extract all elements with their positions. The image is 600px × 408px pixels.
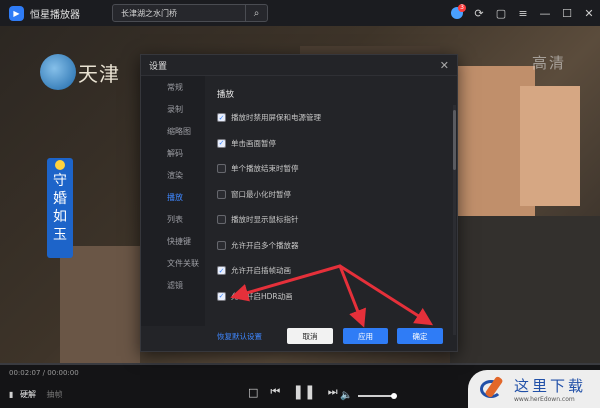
hd-mark: 高清 bbox=[531, 54, 566, 72]
checkbox[interactable] bbox=[217, 240, 226, 250]
dialog-header: 设置 ✕ bbox=[141, 55, 457, 76]
app-name: 恒星播放器 bbox=[30, 9, 80, 21]
dialog-title: 设置 bbox=[149, 61, 168, 72]
watermark-url: www.herEdown.com bbox=[514, 396, 575, 403]
next-icon[interactable]: ⏭ bbox=[328, 385, 338, 399]
pixelated-body bbox=[450, 216, 600, 363]
channel-name: 天津 bbox=[78, 62, 120, 86]
settings-dialog: 设置 ✕ 常规 录制 缩略图 解码 渲染 播放 列表 快捷键 文件关联 滤镜 播… bbox=[140, 54, 458, 352]
close-icon[interactable]: ✕ bbox=[578, 0, 600, 26]
close-icon[interactable]: ✕ bbox=[440, 59, 449, 72]
search-input[interactable]: 长津湖之水门桥 bbox=[113, 8, 245, 19]
show-title-char: 守 bbox=[53, 173, 67, 189]
checkbox[interactable]: ✓ bbox=[217, 291, 226, 301]
search-icon[interactable]: ⌕ bbox=[245, 5, 267, 21]
option-pause-on-minimize[interactable]: 窗口最小化时暂停 bbox=[217, 187, 459, 203]
scroll-thumb[interactable] bbox=[453, 110, 456, 170]
checkbox[interactable]: ✓ bbox=[217, 113, 226, 123]
option-frame-interp[interactable]: ✓ 允许开启插帧动画 bbox=[217, 263, 459, 279]
decode-icon: ▮ bbox=[9, 390, 14, 399]
maximize-icon[interactable]: ☐ bbox=[556, 0, 578, 26]
volume-control: 🔈 bbox=[340, 390, 398, 401]
site-watermark: 这里下载 www.herEdown.com bbox=[468, 370, 600, 408]
prev-icon[interactable]: ⏮ bbox=[270, 385, 280, 399]
settings-panel: 播放 ✓ 播放时禁用屏保和电源管理 ✓ 单击画面暂停 单个播放结束时暂停 窗口最小化… bbox=[205, 76, 459, 335]
option-hdr[interactable]: ✓ 允许开启HDR动画 bbox=[217, 289, 459, 305]
option-pause-on-end[interactable]: 单个播放结束时暂停 bbox=[217, 161, 459, 177]
notify-badge: 3 bbox=[458, 4, 466, 12]
show-title-char: 如 bbox=[53, 209, 67, 225]
volume-handle[interactable] bbox=[391, 392, 398, 399]
nav-item-decode[interactable]: 解码 bbox=[141, 142, 205, 164]
show-title-char: 玉 bbox=[53, 227, 67, 243]
stop-icon[interactable]: □ bbox=[248, 386, 258, 399]
time-display: 00:02:07 / 00:00:00 bbox=[9, 369, 79, 377]
volume-icon[interactable]: 🔈 bbox=[340, 390, 352, 401]
progress-bar[interactable] bbox=[0, 363, 600, 365]
pause-icon[interactable]: ❚❚ bbox=[292, 384, 315, 400]
fullscreen-icon[interactable]: ▢ bbox=[490, 0, 512, 26]
cancel-button[interactable]: 取消 bbox=[287, 328, 333, 344]
nav-item-filter[interactable]: 滤镜 bbox=[141, 274, 205, 296]
checkbox[interactable]: ✓ bbox=[217, 138, 226, 148]
title-bar: ▶ 恒星播放器 长津湖之水门桥 ⌕ 3 ⟳ ▢ ≡ — ☐ ✕ bbox=[0, 0, 600, 26]
scrollbar[interactable] bbox=[453, 105, 456, 335]
nav-item-list[interactable]: 列表 bbox=[141, 208, 205, 230]
option-disable-screensaver[interactable]: ✓ 播放时禁用屏保和电源管理 bbox=[217, 110, 459, 126]
volume-slider[interactable] bbox=[358, 392, 398, 399]
watermark-logo-icon bbox=[476, 374, 510, 404]
frame-skip-label[interactable]: 抽帧 bbox=[47, 390, 63, 399]
pixelated-face-2 bbox=[520, 86, 580, 206]
refresh-icon[interactable]: ⟳ bbox=[468, 0, 490, 26]
decode-mode: ▮ 硬解 抽帧 bbox=[9, 389, 63, 400]
banner-dot-icon bbox=[55, 160, 65, 170]
menu-icon[interactable]: ≡ bbox=[512, 0, 534, 26]
search-box[interactable]: 长津湖之水门桥 ⌕ bbox=[112, 4, 268, 22]
nav-item-render[interactable]: 渲染 bbox=[141, 164, 205, 186]
section-title: 播放 bbox=[217, 90, 235, 100]
checkbox[interactable] bbox=[217, 189, 226, 199]
nav-item-file-assoc[interactable]: 文件关联 bbox=[141, 252, 205, 274]
watermark-text: 这里下载 bbox=[514, 377, 587, 395]
checkbox[interactable] bbox=[217, 215, 226, 225]
window-controls: 3 ⟳ ▢ ≡ — ☐ ✕ bbox=[446, 0, 600, 26]
checkbox[interactable]: ✓ bbox=[217, 266, 226, 276]
notification-button[interactable]: 3 bbox=[446, 0, 468, 26]
nav-item-thumbnail[interactable]: 缩略图 bbox=[141, 120, 205, 142]
show-title-char: 婚 bbox=[53, 191, 67, 207]
option-show-cursor[interactable]: 播放时显示鼠标指针 bbox=[217, 212, 459, 228]
dialog-footer: 恢复默认设置 取消 应用 确定 bbox=[141, 321, 459, 351]
checkbox[interactable] bbox=[217, 164, 226, 174]
app-logo-icon: ▶ bbox=[9, 5, 24, 21]
nav-item-record[interactable]: 录制 bbox=[141, 98, 205, 120]
option-multi-instance[interactable]: 允许开启多个播放器 bbox=[217, 238, 459, 254]
hw-decode-label[interactable]: 硬解 bbox=[20, 390, 36, 399]
apply-button[interactable]: 应用 bbox=[343, 328, 388, 344]
option-click-pause[interactable]: ✓ 单击画面暂停 bbox=[217, 136, 459, 152]
reset-defaults-link[interactable]: 恢复默认设置 bbox=[217, 331, 262, 342]
show-title-banner: 守 婚 如 玉 bbox=[47, 158, 73, 258]
nav-item-hotkeys[interactable]: 快捷键 bbox=[141, 230, 205, 252]
nav-item-general[interactable]: 常规 bbox=[141, 76, 205, 98]
settings-nav: 常规 录制 缩略图 解码 渲染 播放 列表 快捷键 文件关联 滤镜 bbox=[141, 76, 205, 326]
channel-logo-icon bbox=[40, 54, 76, 90]
transport: □ ⏮ ❚❚ ⏭ bbox=[248, 384, 338, 400]
minimize-icon[interactable]: — bbox=[534, 0, 556, 26]
ok-button[interactable]: 确定 bbox=[397, 328, 443, 344]
pixelated-hand bbox=[60, 246, 140, 363]
nav-item-playback[interactable]: 播放 bbox=[141, 186, 205, 208]
